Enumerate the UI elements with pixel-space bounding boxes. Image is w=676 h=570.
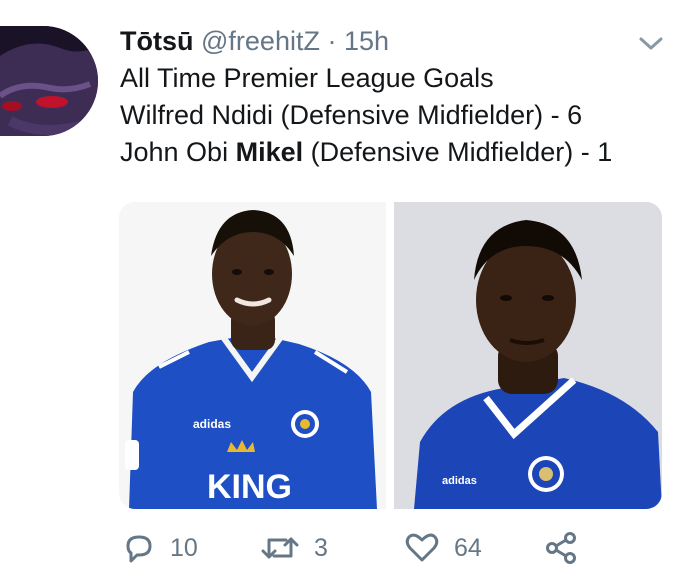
kit-brand-left: adidas (193, 417, 231, 431)
tweet[interactable]: Tōtsū @freehitZ · 15h All Time Premier L… (0, 0, 676, 570)
retweet-count: 3 (314, 533, 328, 562)
reply-icon (126, 535, 152, 563)
tweet-line-3-highlight: Mikel (235, 137, 304, 167)
display-name[interactable]: Tōtsū (120, 26, 194, 56)
reply-button[interactable]: 10 (122, 528, 198, 568)
tweet-line-1: All Time Premier League Goals (120, 63, 494, 93)
tweet-line-3: John Obi Mikel (Defensive Midfielder) - … (120, 134, 670, 171)
user-handle[interactable]: @freehitZ (201, 26, 320, 56)
tweet-line-3-prefix: John Obi (120, 137, 236, 167)
retweet-button[interactable]: 3 (260, 528, 328, 568)
share-icon (546, 532, 576, 564)
kit-brand-right: adidas (442, 475, 477, 487)
like-button[interactable]: 64 (404, 528, 482, 568)
tweet-line-3-suffix: (Defensive Midfielder) - 1 (303, 137, 613, 167)
share-button[interactable] (544, 528, 578, 568)
timestamp[interactable]: 15h (344, 26, 389, 56)
reply-count: 10 (170, 533, 198, 562)
mikel-photo-image: adidas (394, 202, 662, 509)
tweet-line-2: Wilfred Ndidi (Defensive Midfielder) - 6 (120, 100, 583, 130)
avatar-image (0, 26, 98, 136)
tweet-text: All Time Premier League Goals Wilfred Nd… (120, 60, 670, 171)
heart-icon (405, 533, 439, 562)
retweet-icon (261, 537, 299, 559)
media-grid: KING adidas adidas (119, 202, 662, 509)
tweet-header: Tōtsū @freehitZ · 15h (120, 24, 389, 58)
like-count: 64 (454, 533, 482, 562)
avatar[interactable] (0, 26, 98, 136)
separator-dot: · (327, 26, 337, 56)
shirt-sponsor-text: KING (207, 468, 292, 506)
photo-mikel[interactable]: adidas (394, 202, 662, 509)
photo-ndidi[interactable]: KING adidas (119, 202, 386, 509)
ndidi-photo-image: KING adidas (119, 202, 386, 509)
action-bar: 10 3 64 (120, 528, 590, 568)
chevron-down-icon[interactable] (636, 30, 666, 56)
